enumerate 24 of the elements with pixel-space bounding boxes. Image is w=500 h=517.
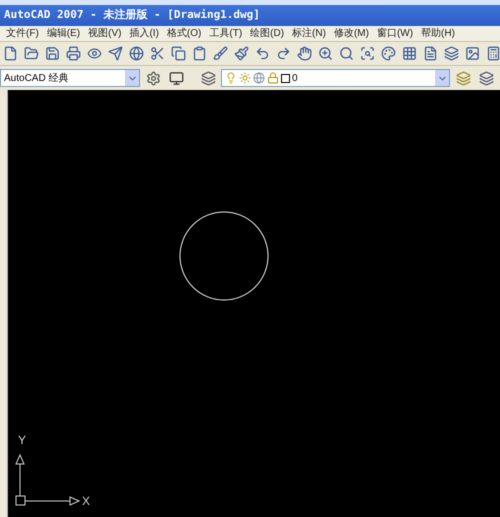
globe-icon	[253, 72, 265, 84]
menu-item[interactable]: 修改(M)	[334, 28, 369, 38]
menu-item[interactable]: 窗口(W)	[376, 28, 414, 38]
menu-item[interactable]: 标注(N)	[292, 28, 326, 38]
menu-item[interactable]: 绘图(D)	[250, 28, 284, 38]
menu-item[interactable]: 帮助(H)	[421, 28, 455, 38]
menu-item[interactable]: 编辑(E)	[46, 28, 80, 38]
ucs-axes-icon	[15, 454, 80, 506]
lightbulb-icon	[225, 72, 237, 84]
menu-item[interactable]: 文件(F)	[6, 28, 39, 38]
color-swatch-icon	[281, 74, 290, 82]
sun-icon	[239, 72, 251, 84]
x-axis-label: X	[82, 495, 90, 507]
menu-item[interactable]: 视图(V)	[88, 28, 122, 38]
menu-item[interactable]: 插入(I)	[129, 28, 159, 38]
menu-item[interactable]: 格式(O)	[166, 28, 202, 38]
workspace-dropdown[interactable]: AutoCAD 经典	[0, 69, 140, 87]
y-axis-label: Y	[18, 434, 26, 446]
menu-item[interactable]: 工具(T)	[209, 28, 242, 38]
window-title: AutoCAD 2007 - 未注册版 - [Drawing1.dwg]	[4, 7, 260, 24]
workspace-value: AutoCAD 经典	[4, 72, 68, 86]
lock-icon	[267, 72, 279, 84]
layer-name: 0	[292, 72, 298, 86]
layer-dropdown[interactable]: 0	[221, 69, 450, 87]
